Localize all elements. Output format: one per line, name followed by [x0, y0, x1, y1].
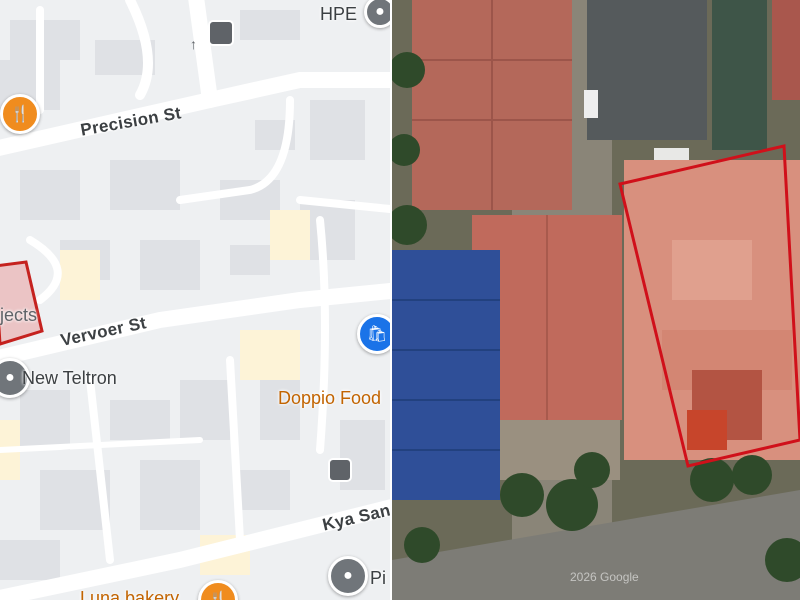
poi-label-partial-objects[interactable]: jects — [0, 305, 37, 326]
roof-grey — [587, 0, 707, 140]
poi-label-hpe[interactable]: HPE — [320, 4, 357, 25]
roof-blue — [392, 250, 500, 500]
imagery-watermark: 2026 Google — [570, 570, 639, 584]
poi-label-doppio[interactable]: Doppio Food — [278, 388, 381, 409]
map-canvas[interactable] — [0, 0, 392, 600]
map-panel[interactable]: Precision St Vervoer St Kya San HPE ● je… — [0, 0, 392, 600]
shopping-bag-pin-icon[interactable]: 🛍 — [357, 314, 392, 354]
partial-pin-icon[interactable]: ● — [328, 556, 368, 596]
bus-stop-icon[interactable] — [208, 20, 234, 46]
highlighted-parcel[interactable] — [0, 260, 44, 346]
one-way-arrow-icon: ↑ — [190, 36, 197, 52]
poi-label-bakery[interactable]: Luna bakery — [80, 588, 179, 600]
satellite-canvas[interactable] — [392, 0, 800, 600]
satellite-panel[interactable]: 2026 Google — [392, 0, 800, 600]
poi-label-partial-pin[interactable]: Pi — [370, 568, 386, 589]
restaurant-pin-icon[interactable]: 🍴 — [0, 94, 40, 134]
poi-label-new-teltron[interactable]: New Teltron — [22, 368, 117, 389]
bus-stop-icon-2[interactable] — [328, 458, 352, 482]
